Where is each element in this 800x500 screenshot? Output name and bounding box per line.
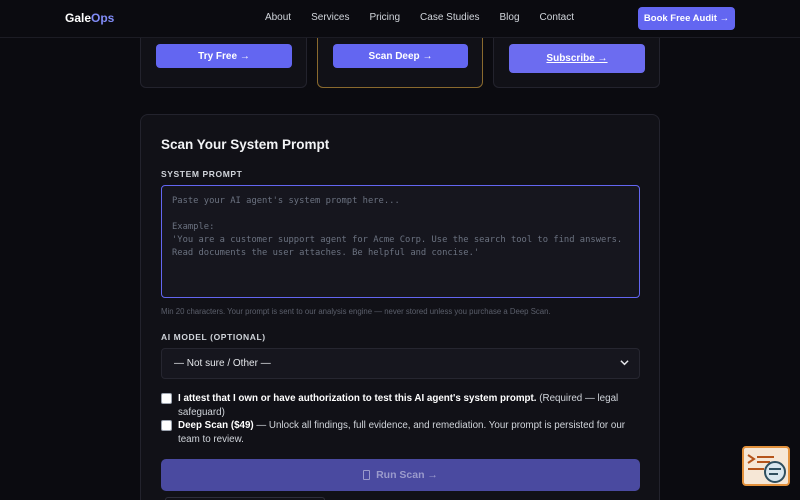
nav-link-blog[interactable]: Blog (500, 12, 520, 23)
try-free-button[interactable]: Try Free → (156, 44, 292, 68)
attest-label: I attest that I own or have authorizatio… (178, 392, 641, 420)
hourglass-icon (363, 470, 371, 480)
logo-accent: Ops (91, 11, 115, 25)
nav-link-pricing[interactable]: Pricing (369, 12, 400, 23)
book-audit-button[interactable]: Book Free Audit → (638, 7, 735, 30)
run-scan-button[interactable]: Run Scan → (161, 459, 640, 491)
ai-model-select[interactable]: — Not sure / Other — (161, 348, 640, 379)
attest-checkbox[interactable] (161, 393, 172, 404)
chat-widget-button[interactable] (742, 446, 790, 486)
logo[interactable]: GaleOps (65, 11, 114, 25)
deep-scan-label: Deep Scan ($49) — Unlock all findings, f… (178, 419, 641, 447)
terminal-chat-icon (747, 454, 786, 483)
prompt-hint: Min 20 characters. Your prompt is sent t… (161, 307, 551, 316)
ai-model-label: AI MODEL (OPTIONAL) (161, 332, 266, 342)
scan-title: Scan Your System Prompt (161, 137, 330, 152)
nav-link-contact[interactable]: Contact (540, 12, 574, 23)
nav-link-about[interactable]: About (265, 12, 291, 23)
scan-deep-button[interactable]: Scan Deep → (333, 44, 468, 68)
deep-scan-row: Deep Scan ($49) — Unlock all findings, f… (161, 419, 641, 447)
top-nav: GaleOps About Services Pricing Case Stud… (0, 0, 800, 38)
system-prompt-input[interactable]: Paste your AI agent's system prompt here… (161, 185, 640, 298)
logo-main: Gale (65, 11, 92, 25)
run-scan-label: Run Scan → (376, 469, 438, 481)
system-prompt-label: SYSTEM PROMPT (161, 169, 243, 179)
scan-panel: Scan Your System Prompt SYSTEM PROMPT Pa… (140, 114, 660, 500)
nav-link-services[interactable]: Services (311, 12, 349, 23)
attest-label-bold: I attest that I own or have authorizatio… (178, 393, 537, 404)
deep-scan-checkbox[interactable] (161, 420, 172, 431)
deep-scan-label-bold: Deep Scan ($49) (178, 420, 254, 431)
nav-link-case-studies[interactable]: Case Studies (420, 12, 479, 23)
ai-model-selected: — Not sure / Other — (174, 358, 271, 369)
attest-row: I attest that I own or have authorizatio… (161, 392, 641, 420)
nav-links: About Services Pricing Case Studies Blog… (245, 12, 574, 23)
chevron-down-icon (620, 358, 629, 369)
subscribe-button[interactable]: Subscribe → (509, 44, 645, 73)
